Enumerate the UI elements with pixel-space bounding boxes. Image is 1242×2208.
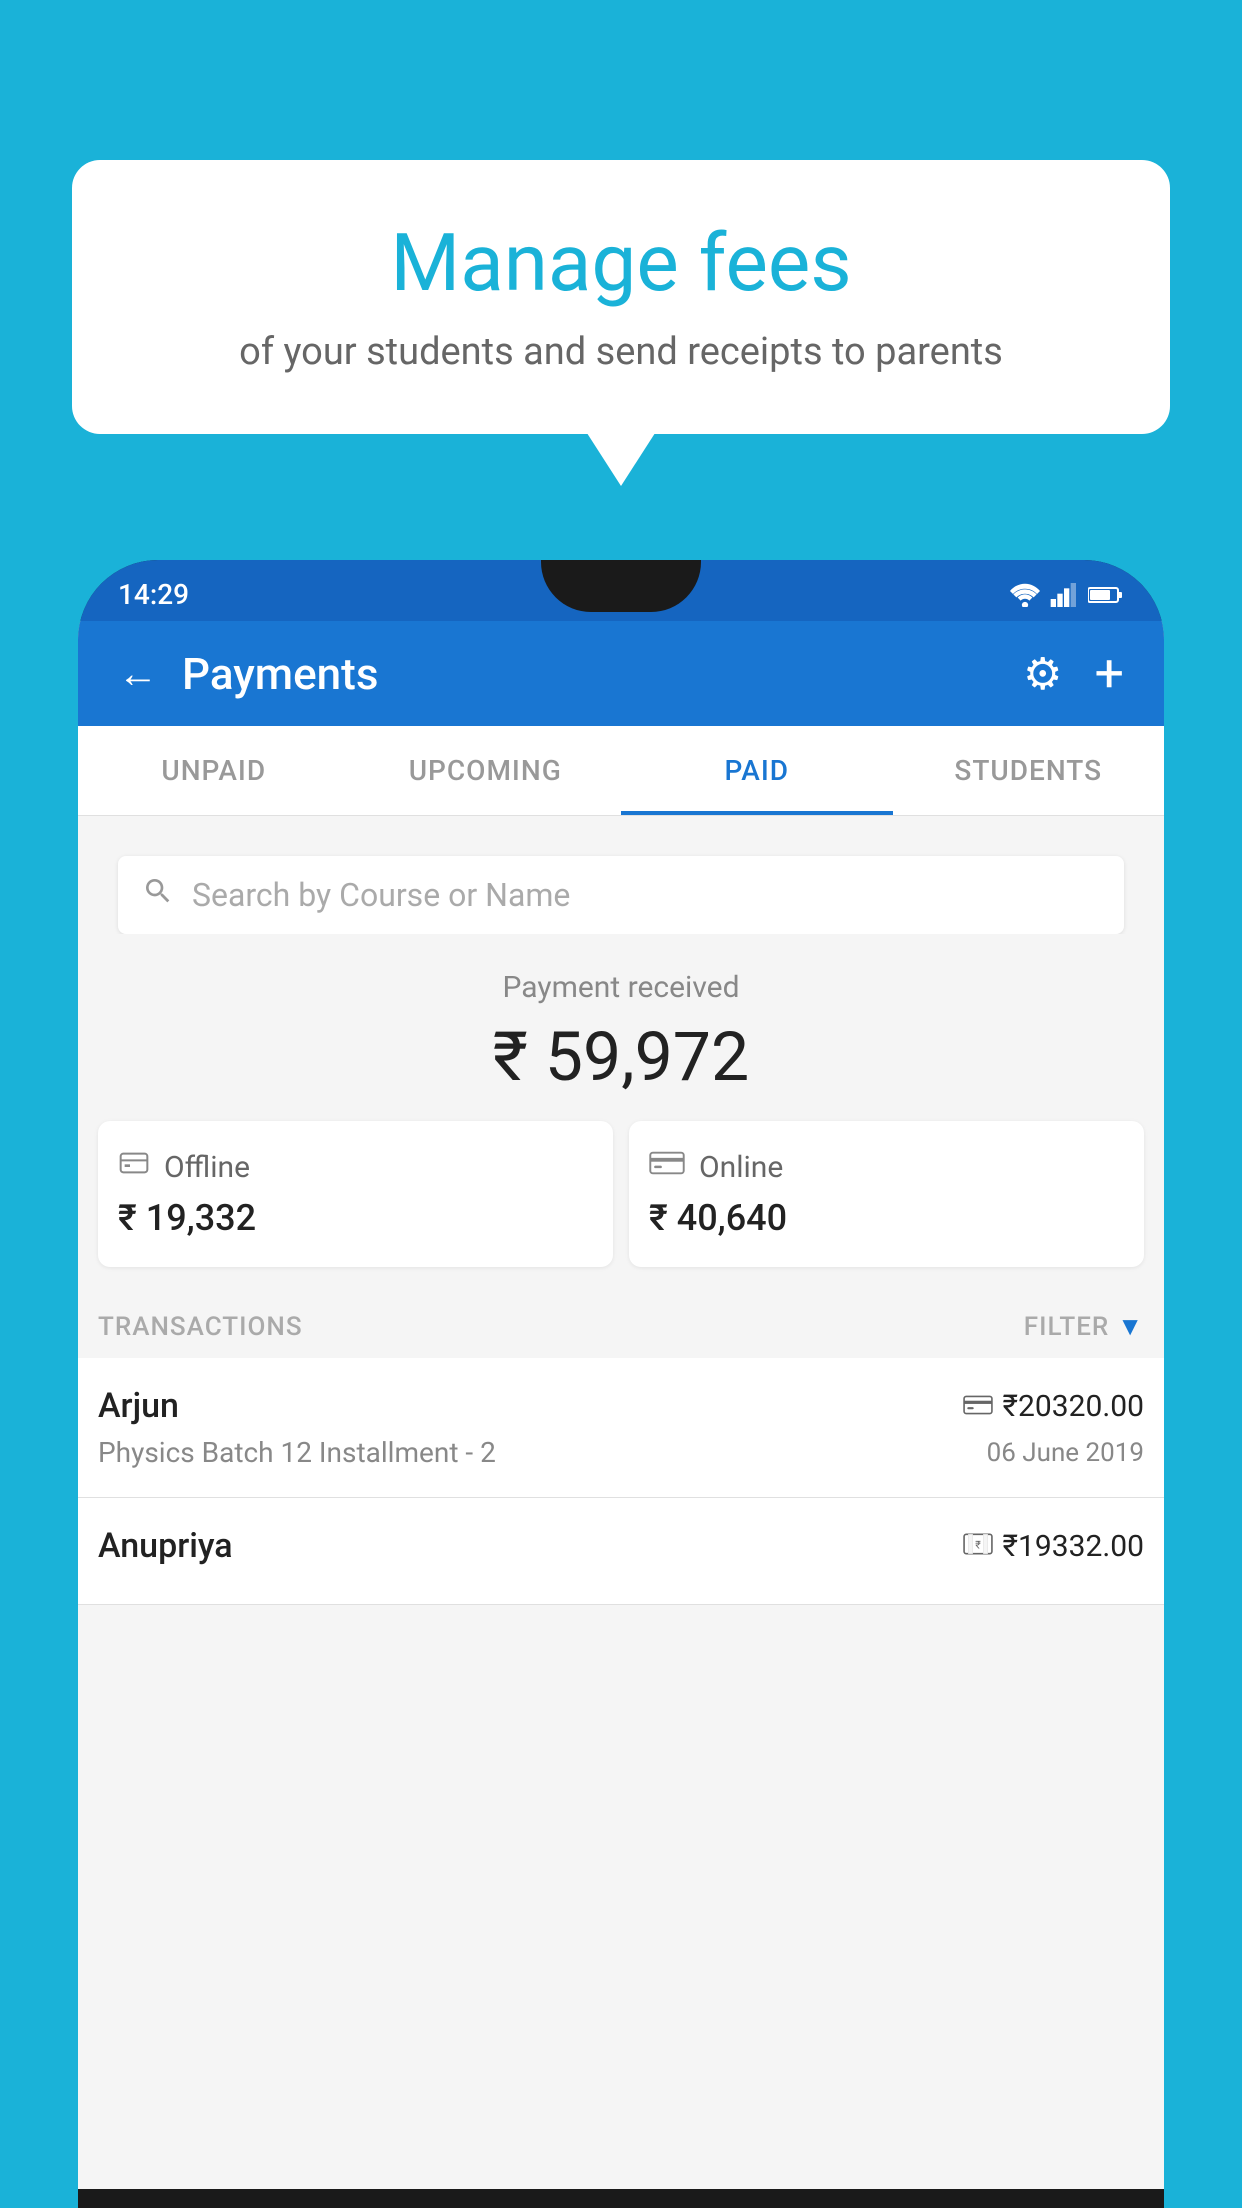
online-amount: ₹ 40,640 [649, 1197, 1124, 1239]
bubble-title: Manage fees [132, 216, 1110, 310]
header-left: ← Payments [118, 648, 378, 700]
transaction-amount-row: ₹20320.00 [963, 1389, 1144, 1424]
online-label-row: Online [649, 1149, 1124, 1185]
transaction-top: Anupriya ₹ ₹19332.00 [98, 1526, 1144, 1566]
back-button[interactable]: ← [118, 650, 158, 697]
offline-icon [118, 1149, 150, 1185]
offline-payment-card: Offline ₹ 19,332 [98, 1121, 613, 1267]
status-time: 14:29 [118, 578, 189, 611]
page-title: Payments [182, 648, 378, 700]
transaction-amount: ₹19332.00 [1003, 1529, 1144, 1564]
transaction-row[interactable]: Anupriya ₹ ₹19332.00 [78, 1498, 1164, 1605]
tab-students[interactable]: STUDENTS [893, 726, 1165, 815]
search-bar[interactable]: Search by Course or Name [118, 856, 1124, 934]
filter-button[interactable]: FILTER ▼ [1024, 1311, 1144, 1342]
payment-summary: Payment received ₹ 59,972 Offline [78, 934, 1164, 1287]
speech-bubble: Manage fees of your students and send re… [72, 160, 1170, 434]
bubble-subtitle: of your students and send receipts to pa… [132, 330, 1110, 374]
online-label: Online [699, 1150, 783, 1185]
transaction-date: 06 June 2019 [987, 1438, 1144, 1468]
transactions-header: TRANSACTIONS FILTER ▼ [78, 1287, 1164, 1358]
phone-frame: 14:29 [78, 560, 1164, 2208]
status-icons [1010, 583, 1124, 607]
header-right: ⚙ + [1023, 643, 1124, 704]
payment-total-amount: ₹ 59,972 [98, 1017, 1144, 1097]
card-payment-icon [963, 1390, 993, 1423]
settings-icon[interactable]: ⚙ [1023, 648, 1062, 700]
transactions-label: TRANSACTIONS [98, 1312, 303, 1342]
tabs-bar: UNPAID UPCOMING PAID STUDENTS [78, 726, 1164, 816]
offline-label: Offline [164, 1150, 250, 1185]
transaction-row[interactable]: Arjun ₹20320.00 Physics Batch 12 Install… [78, 1358, 1164, 1498]
phone-screen: ← Payments ⚙ + UNPAID UPCOMING PAID STUD… [78, 621, 1164, 2189]
transaction-detail: Physics Batch 12 Installment - 2 06 June… [98, 1436, 1144, 1469]
add-icon[interactable]: + [1094, 643, 1124, 704]
offline-amount: ₹ 19,332 [118, 1197, 593, 1239]
transaction-course: Physics Batch 12 Installment - 2 [98, 1436, 496, 1469]
signal-icon [1050, 583, 1078, 607]
offline-label-row: Offline [118, 1149, 593, 1185]
online-icon [649, 1149, 685, 1185]
wifi-icon [1010, 583, 1040, 607]
transaction-top: Arjun ₹20320.00 [98, 1386, 1144, 1426]
transaction-amount: ₹20320.00 [1003, 1389, 1144, 1424]
payment-cards: Offline ₹ 19,332 Onlin [98, 1121, 1144, 1267]
tab-unpaid[interactable]: UNPAID [78, 726, 350, 815]
tab-upcoming[interactable]: UPCOMING [350, 726, 622, 815]
cash-payment-icon: ₹ [963, 1530, 993, 1563]
app-header: ← Payments ⚙ + [78, 621, 1164, 726]
transaction-name: Arjun [98, 1386, 179, 1426]
search-placeholder: Search by Course or Name [192, 876, 570, 914]
filter-icon: ▼ [1117, 1311, 1144, 1342]
search-icon [142, 874, 174, 916]
transaction-amount-row: ₹ ₹19332.00 [963, 1529, 1144, 1564]
tab-paid[interactable]: PAID [621, 726, 893, 815]
online-payment-card: Online ₹ 40,640 [629, 1121, 1144, 1267]
phone-notch [541, 560, 701, 612]
battery-icon [1088, 584, 1124, 606]
transaction-name: Anupriya [98, 1526, 233, 1566]
payment-received-label: Payment received [98, 970, 1144, 1005]
filter-text: FILTER [1024, 1312, 1109, 1342]
svg-text:₹: ₹ [975, 1538, 981, 1551]
